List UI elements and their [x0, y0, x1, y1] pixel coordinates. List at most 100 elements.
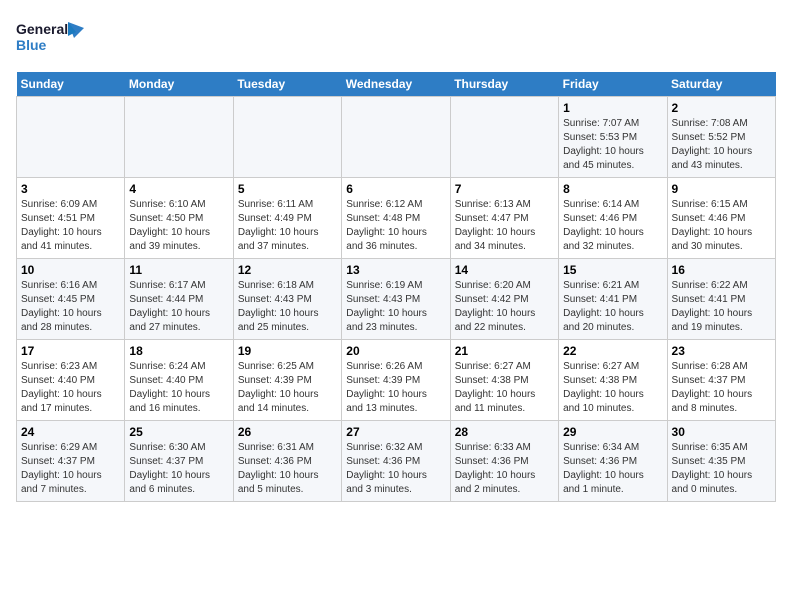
day-number: 3	[21, 182, 120, 196]
day-info: Sunrise: 6:13 AM Sunset: 4:47 PM Dayligh…	[455, 198, 554, 254]
calendar-cell: 2Sunrise: 7:08 AM Sunset: 5:52 PM Daylig…	[667, 97, 775, 178]
calendar-cell: 8 Sunrise: 6:14 AM Sunset: 4:46 PM Daylig…	[559, 178, 667, 259]
day-number: 7	[455, 182, 554, 196]
calendar-cell: 14Sunrise: 6:20 AM Sunset: 4:42 PM Dayli…	[450, 259, 558, 340]
day-number: 16	[672, 263, 771, 277]
day-number: 1	[563, 101, 662, 115]
day-number: 14	[455, 263, 554, 277]
calendar-cell: 6Sunrise: 6:12 AM Sunset: 4:48 PM Daylig…	[342, 178, 450, 259]
day-number: 25	[129, 425, 228, 439]
day-info: Sunrise: 6:14 AM Sunset: 4:46 PM Dayligh…	[563, 198, 662, 254]
calendar-cell: 15Sunrise: 6:21 AM Sunset: 4:41 PM Dayli…	[559, 259, 667, 340]
calendar-cell: 18 Sunrise: 6:24 AM Sunset: 4:40 PM Dayli…	[125, 340, 233, 421]
day-info: Sunrise: 6:19 AM Sunset: 4:43 PM Dayligh…	[346, 279, 445, 335]
day-number: 27	[346, 425, 445, 439]
calendar-cell	[17, 97, 125, 178]
day-number: 4	[129, 182, 228, 196]
day-info: Sunrise: 6:25 AM Sunset: 4:39 PM Dayligh…	[238, 360, 337, 416]
weekday-header-sunday: Sunday	[17, 72, 125, 97]
weekday-header-wednesday: Wednesday	[342, 72, 450, 97]
day-info: Sunrise: 7:07 AM Sunset: 5:53 PM Dayligh…	[563, 117, 662, 173]
calendar-cell: 7 Sunrise: 6:13 AM Sunset: 4:47 PM Daylig…	[450, 178, 558, 259]
calendar-cell: 12 Sunrise: 6:18 AM Sunset: 4:43 PM Dayli…	[233, 259, 341, 340]
calendar-cell: 19 Sunrise: 6:25 AM Sunset: 4:39 PM Dayli…	[233, 340, 341, 421]
calendar-cell: 3 Sunrise: 6:09 AM Sunset: 4:51 PM Daylig…	[17, 178, 125, 259]
calendar-cell: 24 Sunrise: 6:29 AM Sunset: 4:37 PM Dayli…	[17, 421, 125, 502]
calendar-cell: 30 Sunrise: 6:35 AM Sunset: 4:35 PM Dayli…	[667, 421, 775, 502]
calendar-cell: 4 Sunrise: 6:10 AM Sunset: 4:50 PM Daylig…	[125, 178, 233, 259]
day-info: Sunrise: 7:08 AM Sunset: 5:52 PM Dayligh…	[672, 117, 771, 173]
day-info: Sunrise: 6:23 AM Sunset: 4:40 PM Dayligh…	[21, 360, 120, 416]
calendar-cell: 27 Sunrise: 6:32 AM Sunset: 4:36 PM Dayli…	[342, 421, 450, 502]
calendar-cell: 23Sunrise: 6:28 AM Sunset: 4:37 PM Dayli…	[667, 340, 775, 421]
day-info: Sunrise: 6:28 AM Sunset: 4:37 PM Dayligh…	[672, 360, 771, 416]
day-info: Sunrise: 6:10 AM Sunset: 4:50 PM Dayligh…	[129, 198, 228, 254]
day-number: 26	[238, 425, 337, 439]
day-info: Sunrise: 6:18 AM Sunset: 4:43 PM Dayligh…	[238, 279, 337, 335]
calendar-cell: 22 Sunrise: 6:27 AM Sunset: 4:38 PM Dayli…	[559, 340, 667, 421]
calendar-cell: 13 Sunrise: 6:19 AM Sunset: 4:43 PM Dayli…	[342, 259, 450, 340]
day-number: 24	[21, 425, 120, 439]
calendar-cell: 17 Sunrise: 6:23 AM Sunset: 4:40 PM Dayli…	[17, 340, 125, 421]
day-number: 17	[21, 344, 120, 358]
page-header: GeneralBlue	[16, 16, 776, 60]
calendar-cell: 5Sunrise: 6:11 AM Sunset: 4:49 PM Daylig…	[233, 178, 341, 259]
day-info: Sunrise: 6:30 AM Sunset: 4:37 PM Dayligh…	[129, 441, 228, 497]
day-info: Sunrise: 6:15 AM Sunset: 4:46 PM Dayligh…	[672, 198, 771, 254]
day-number: 5	[238, 182, 337, 196]
day-info: Sunrise: 6:16 AM Sunset: 4:45 PM Dayligh…	[21, 279, 120, 335]
day-number: 29	[563, 425, 662, 439]
calendar-cell: 21 Sunrise: 6:27 AM Sunset: 4:38 PM Dayli…	[450, 340, 558, 421]
day-number: 10	[21, 263, 120, 277]
logo: GeneralBlue	[16, 16, 86, 60]
day-number: 30	[672, 425, 771, 439]
day-number: 8	[563, 182, 662, 196]
calendar-cell	[450, 97, 558, 178]
calendar-cell: 26 Sunrise: 6:31 AM Sunset: 4:36 PM Dayli…	[233, 421, 341, 502]
calendar-cell: 10 Sunrise: 6:16 AM Sunset: 4:45 PM Dayli…	[17, 259, 125, 340]
calendar-cell: 20Sunrise: 6:26 AM Sunset: 4:39 PM Dayli…	[342, 340, 450, 421]
calendar-cell: 28 Sunrise: 6:33 AM Sunset: 4:36 PM Dayli…	[450, 421, 558, 502]
calendar-cell: 29 Sunrise: 6:34 AM Sunset: 4:36 PM Dayli…	[559, 421, 667, 502]
logo-icon: GeneralBlue	[16, 16, 86, 60]
day-number: 19	[238, 344, 337, 358]
day-info: Sunrise: 6:17 AM Sunset: 4:44 PM Dayligh…	[129, 279, 228, 335]
calendar-cell	[342, 97, 450, 178]
day-info: Sunrise: 6:34 AM Sunset: 4:36 PM Dayligh…	[563, 441, 662, 497]
calendar-cell: 16 Sunrise: 6:22 AM Sunset: 4:41 PM Dayli…	[667, 259, 775, 340]
calendar-cell	[233, 97, 341, 178]
weekday-header-saturday: Saturday	[667, 72, 775, 97]
day-number: 13	[346, 263, 445, 277]
day-number: 28	[455, 425, 554, 439]
day-number: 11	[129, 263, 228, 277]
day-info: Sunrise: 6:33 AM Sunset: 4:36 PM Dayligh…	[455, 441, 554, 497]
calendar-cell: 1 Sunrise: 7:07 AM Sunset: 5:53 PM Daylig…	[559, 97, 667, 178]
day-number: 20	[346, 344, 445, 358]
weekday-header-tuesday: Tuesday	[233, 72, 341, 97]
calendar-cell: 11 Sunrise: 6:17 AM Sunset: 4:44 PM Dayli…	[125, 259, 233, 340]
weekday-header-thursday: Thursday	[450, 72, 558, 97]
day-number: 12	[238, 263, 337, 277]
weekday-header-friday: Friday	[559, 72, 667, 97]
svg-text:Blue: Blue	[16, 37, 47, 53]
calendar-cell: 9 Sunrise: 6:15 AM Sunset: 4:46 PM Daylig…	[667, 178, 775, 259]
day-info: Sunrise: 6:27 AM Sunset: 4:38 PM Dayligh…	[563, 360, 662, 416]
day-number: 21	[455, 344, 554, 358]
calendar-cell	[125, 97, 233, 178]
svg-text:General: General	[16, 21, 68, 37]
day-info: Sunrise: 6:24 AM Sunset: 4:40 PM Dayligh…	[129, 360, 228, 416]
day-number: 9	[672, 182, 771, 196]
day-number: 18	[129, 344, 228, 358]
calendar-cell: 25 Sunrise: 6:30 AM Sunset: 4:37 PM Dayli…	[125, 421, 233, 502]
day-info: Sunrise: 6:22 AM Sunset: 4:41 PM Dayligh…	[672, 279, 771, 335]
day-info: Sunrise: 6:32 AM Sunset: 4:36 PM Dayligh…	[346, 441, 445, 497]
day-number: 15	[563, 263, 662, 277]
day-info: Sunrise: 6:09 AM Sunset: 4:51 PM Dayligh…	[21, 198, 120, 254]
day-info: Sunrise: 6:35 AM Sunset: 4:35 PM Dayligh…	[672, 441, 771, 497]
day-info: Sunrise: 6:31 AM Sunset: 4:36 PM Dayligh…	[238, 441, 337, 497]
day-number: 22	[563, 344, 662, 358]
day-info: Sunrise: 6:27 AM Sunset: 4:38 PM Dayligh…	[455, 360, 554, 416]
weekday-header-monday: Monday	[125, 72, 233, 97]
day-info: Sunrise: 6:29 AM Sunset: 4:37 PM Dayligh…	[21, 441, 120, 497]
day-info: Sunrise: 6:12 AM Sunset: 4:48 PM Dayligh…	[346, 198, 445, 254]
